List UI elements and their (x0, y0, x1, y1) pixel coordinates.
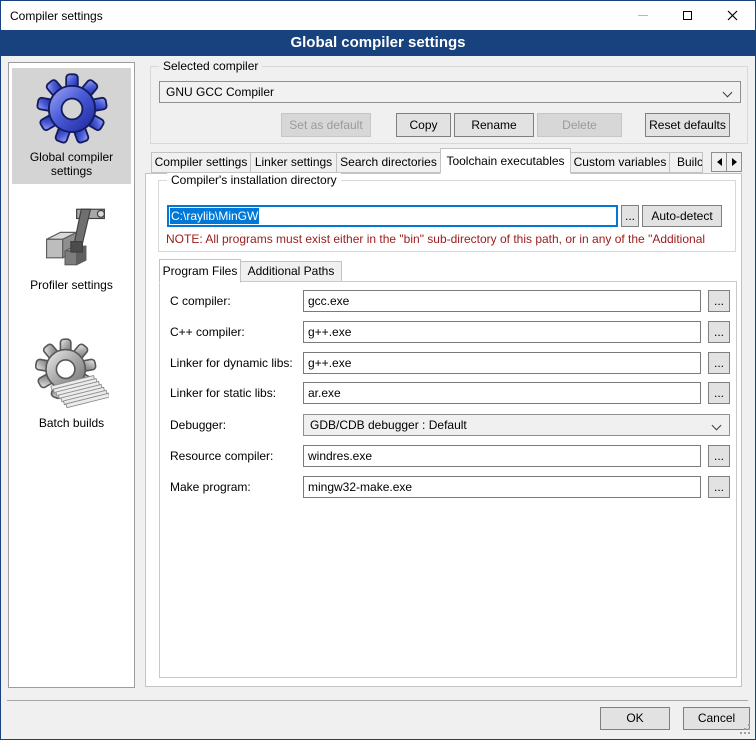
field-row: Resource compiler: ... (160, 445, 736, 467)
field-label: C compiler: (170, 294, 231, 308)
field-row: C compiler: ... (160, 290, 736, 312)
ok-button[interactable]: OK (600, 707, 670, 730)
static-linker-input[interactable] (303, 382, 701, 404)
field-row: Debugger: GDB/CDB debugger : Default (160, 414, 736, 436)
field-label: C++ compiler: (170, 325, 245, 339)
minimize-button[interactable] (620, 1, 665, 30)
subtab-program-files[interactable]: Program Files (159, 259, 241, 283)
dialog-content: Global compiler settings (1, 56, 755, 739)
browse-button[interactable]: ... (708, 445, 730, 467)
chevron-down-icon (712, 421, 722, 431)
sidebar-item-profiler-settings[interactable]: Profiler settings (12, 196, 131, 298)
window-title: Compiler settings (1, 9, 620, 23)
browse-button[interactable]: ... (708, 290, 730, 312)
browse-directory-button[interactable]: ... (621, 205, 639, 227)
dynamic-linker-input[interactable] (303, 352, 701, 374)
tab-custom-variables[interactable]: Custom variables (570, 152, 670, 173)
tab-toolchain-executables[interactable]: Toolchain executables (440, 148, 571, 174)
field-label: Debugger: (170, 418, 226, 432)
group-label: Compiler's installation directory (167, 173, 341, 187)
main-tab-bar: Compiler settings Linker settings Search… (145, 148, 742, 173)
subtab-additional-paths[interactable]: Additional Paths (240, 261, 342, 282)
field-label: Linker for static libs: (170, 386, 276, 400)
group-label: Selected compiler (159, 59, 262, 73)
field-row: Linker for dynamic libs: ... (160, 352, 736, 374)
browse-button[interactable]: ... (708, 321, 730, 343)
browse-button[interactable]: ... (708, 382, 730, 404)
window-titlebar: Compiler settings (1, 1, 755, 30)
tab-scroll-controls (712, 152, 742, 172)
right-arrow-icon (732, 158, 737, 166)
batch-builds-icon (35, 338, 109, 412)
delete-button[interactable]: Delete (537, 113, 622, 137)
sub-tab-bar: Program Files Additional Paths (159, 258, 341, 282)
sidebar-item-batch-builds[interactable]: Batch builds (12, 334, 131, 436)
footer-divider (7, 700, 748, 701)
maximize-button[interactable] (665, 1, 710, 30)
program-files-panel: C compiler: ... C++ compiler: ... Linker… (159, 281, 737, 678)
close-button[interactable] (710, 1, 755, 30)
tab-build-options-clipped[interactable]: Builc (669, 152, 703, 173)
resize-grip[interactable] (740, 724, 751, 735)
auto-detect-button[interactable]: Auto-detect (642, 205, 722, 227)
selected-text: C:\raylib\MinGW (170, 208, 259, 224)
field-row: C++ compiler: ... (160, 321, 736, 343)
field-row: Linker for static libs: ... (160, 382, 736, 404)
toolchain-executables-panel: Compiler's installation directory C:\ray… (145, 173, 742, 687)
tab-scroll-left-button[interactable] (711, 152, 727, 172)
sidebar-item-global-compiler-settings[interactable]: Global compiler settings (12, 68, 131, 184)
copy-button[interactable]: Copy (396, 113, 451, 137)
rename-button[interactable]: Rename (454, 113, 534, 137)
debugger-select-value: GDB/CDB debugger : Default (310, 418, 467, 432)
page-title: Global compiler settings (1, 30, 755, 56)
reset-defaults-button[interactable]: Reset defaults (645, 113, 730, 137)
caliper-icon (35, 200, 109, 274)
set-as-default-button[interactable]: Set as default (281, 113, 371, 137)
settings-sidebar: Global compiler settings (8, 62, 135, 688)
browse-button[interactable]: ... (708, 352, 730, 374)
blue-gear-icon (35, 72, 109, 146)
compiler-select-value: GNU GCC Compiler (166, 85, 274, 99)
make-program-input[interactable] (303, 476, 701, 498)
tab-linker-settings[interactable]: Linker settings (250, 152, 337, 173)
installation-directory-input[interactable]: C:\raylib\MinGW (167, 205, 618, 227)
tab-scroll-right-button[interactable] (726, 152, 742, 172)
left-arrow-icon (717, 158, 722, 166)
sidebar-item-label: Batch builds (12, 416, 131, 430)
resource-compiler-input[interactable] (303, 445, 701, 467)
tab-search-directories[interactable]: Search directories (336, 152, 441, 173)
chevron-down-icon (723, 88, 733, 98)
compiler-select[interactable]: GNU GCC Compiler (159, 81, 741, 103)
sidebar-item-label: Global compiler settings (12, 150, 131, 178)
minimize-icon (638, 15, 648, 16)
tab-compiler-settings[interactable]: Compiler settings (151, 152, 251, 173)
close-icon (727, 10, 738, 21)
field-label: Resource compiler: (170, 449, 273, 463)
field-label: Linker for dynamic libs: (170, 356, 293, 370)
field-label: Make program: (170, 480, 251, 494)
sidebar-item-label: Profiler settings (12, 278, 131, 292)
maximize-icon (683, 11, 692, 20)
note-text: NOTE: All programs must exist either in … (166, 232, 732, 246)
field-row: Make program: ... (160, 476, 736, 498)
debugger-select[interactable]: GDB/CDB debugger : Default (303, 414, 730, 436)
installation-directory-group: Compiler's installation directory C:\ray… (158, 180, 736, 252)
browse-button[interactable]: ... (708, 476, 730, 498)
selected-compiler-group: Selected compiler GNU GCC Compiler Set a… (150, 66, 748, 144)
cpp-compiler-input[interactable] (303, 321, 701, 343)
c-compiler-input[interactable] (303, 290, 701, 312)
